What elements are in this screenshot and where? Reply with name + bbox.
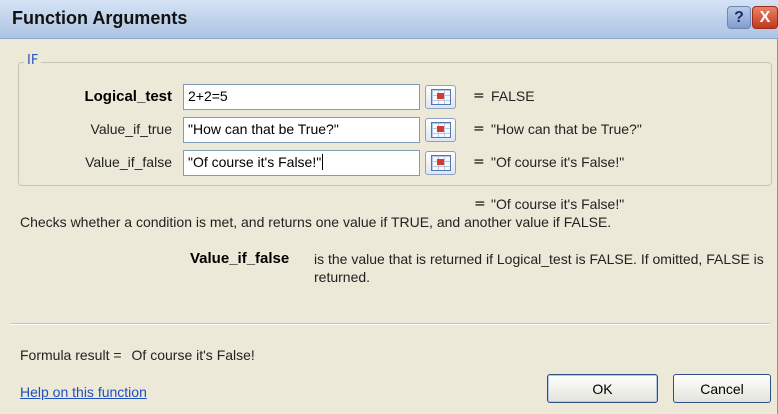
function-name-label: IF [24, 53, 42, 68]
argument-row-logical-test: Logical_test 2+2=5 = FALSE [0, 84, 778, 110]
function-arguments-dialog: Function Arguments ? X IF Logical_test 2… [0, 0, 778, 414]
argument-evaluated-value: "Of course it's False!" [491, 154, 625, 170]
argument-row-value-if-false: Value_if_false "Of course it's False!" =… [0, 150, 778, 176]
formula-result-value: Of course it's False! [131, 347, 255, 363]
function-description: Checks whether a condition is met, and r… [20, 214, 612, 230]
divider [10, 323, 770, 325]
equals-sign: = [473, 88, 485, 104]
title-bar[interactable]: Function Arguments ? X [0, 0, 778, 39]
help-icon[interactable]: ? [727, 6, 751, 29]
equals-sign: = [473, 154, 485, 170]
close-icon[interactable]: X [752, 6, 778, 29]
text-cursor [322, 154, 324, 170]
value-if-false-text: "Of course it's False!" [188, 154, 322, 170]
collapse-dialog-icon [430, 155, 451, 171]
formula-result: Formula result = Of course it's False! [20, 347, 255, 363]
formula-result-label: Formula result = [20, 347, 122, 363]
result-equals-sign: = [474, 196, 486, 212]
cancel-button[interactable]: Cancel [673, 374, 771, 403]
argument-label: Value_if_true [90, 121, 172, 137]
argument-help-text: is the value that is returned if Logical… [314, 251, 764, 285]
argument-label: Value_if_false [85, 154, 172, 170]
equals-sign: = [473, 121, 485, 137]
collapse-dialog-button[interactable] [425, 85, 456, 109]
argument-evaluated-value: "How can that be True?" [491, 121, 642, 137]
argument-help-name: Value_if_false [190, 250, 290, 267]
collapse-dialog-button[interactable] [425, 151, 456, 175]
collapse-dialog-button[interactable] [425, 118, 456, 142]
collapse-dialog-icon [430, 122, 451, 138]
value-if-true-input[interactable]: "How can that be True?" [183, 117, 420, 143]
argument-row-value-if-true: Value_if_true "How can that be True?" = … [0, 117, 778, 143]
ok-button[interactable]: OK [547, 374, 658, 403]
collapse-dialog-icon [430, 89, 451, 105]
value-if-false-input[interactable]: "Of course it's False!" [183, 150, 420, 176]
argument-evaluated-value: FALSE [491, 88, 535, 104]
help-on-function-link[interactable]: Help on this function [20, 384, 147, 400]
window-title: Function Arguments [12, 8, 188, 28]
argument-label: Logical_test [84, 88, 172, 105]
function-result-value: "Of course it's False!" [491, 196, 625, 212]
logical-test-input[interactable]: 2+2=5 [183, 84, 420, 110]
